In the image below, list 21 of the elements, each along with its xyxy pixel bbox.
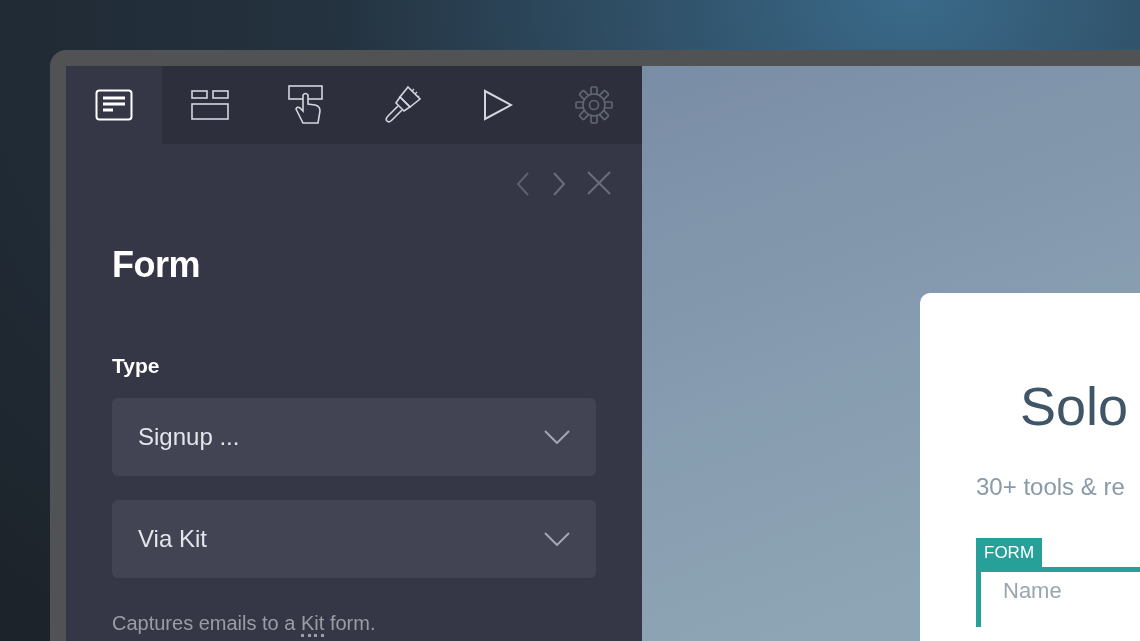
description-text: Captures emails to a Kit form. — [112, 607, 642, 638]
layout-icon — [191, 90, 229, 120]
chevron-down-icon — [544, 531, 570, 546]
form-icon — [95, 89, 133, 121]
paintbrush-icon — [382, 85, 422, 125]
tooltip-term[interactable]: Kit — [301, 611, 325, 637]
panel-title: Form — [112, 243, 201, 287]
close-icon — [586, 170, 612, 196]
form-tag: FORM — [976, 537, 1043, 568]
pointing-hand-icon — [288, 85, 324, 125]
dropdown-select[interactable]: Signup ... — [112, 397, 596, 476]
preview-subtitle: 30+ tools & re — [976, 473, 1126, 502]
type-label: Type — [112, 353, 161, 379]
chevron-right-icon — [550, 170, 568, 198]
chevron-left-icon — [514, 170, 532, 198]
dropdown-select[interactable]: Via Kit — [112, 499, 596, 578]
chevron-down-icon — [544, 429, 570, 444]
play-icon — [483, 89, 513, 121]
preview-heading: Solo — [1020, 379, 1130, 433]
toolbar-tab[interactable] — [66, 66, 162, 144]
settings-icon — [575, 86, 613, 124]
